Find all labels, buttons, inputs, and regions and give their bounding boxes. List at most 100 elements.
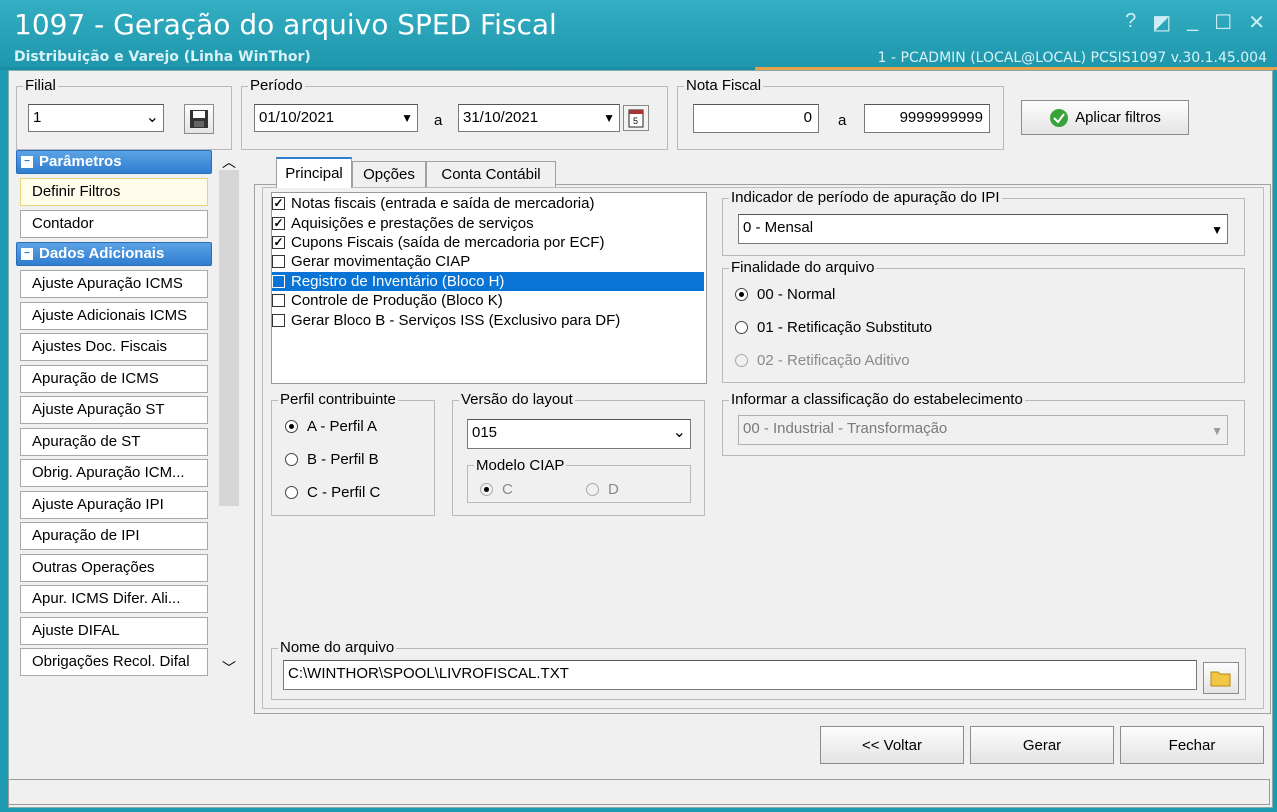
calendar-icon: 5 (628, 109, 644, 128)
fechar-button[interactable]: Fechar (1120, 726, 1264, 764)
checkbox-icon[interactable]: ✓ (272, 236, 285, 249)
minimize-icon[interactable]: _ (1187, 10, 1198, 35)
finalidade-option[interactable]: 01 - Retificação Substituto (735, 319, 932, 336)
finalidade-option: 02 - Retificação Aditivo (735, 352, 910, 369)
nav-section-parametros[interactable]: − Parâmetros (16, 150, 212, 174)
nav-item[interactable]: Ajustes Doc. Fiscais (20, 333, 208, 361)
checklist-item[interactable]: Controle de Produção (Bloco K) (272, 291, 503, 310)
nav-item[interactable]: Obrigações Recol. Difal (20, 648, 208, 676)
checkbox-icon[interactable] (272, 275, 285, 288)
date-to-picker[interactable]: 31/10/2021 ▼ (458, 104, 620, 132)
date-from-value: 01/10/2021 (259, 109, 335, 126)
tab-conta-contabil[interactable]: Conta Contábil (426, 161, 556, 187)
arquivo-label: Nome do arquivo (278, 639, 397, 656)
filial-label: Filial (23, 77, 58, 94)
nav-item[interactable]: Ajuste Adicionais ICMS (20, 302, 208, 330)
perfil-option[interactable]: C - Perfil C (285, 484, 380, 501)
save-button[interactable] (184, 104, 214, 134)
ipi-value: 0 - Mensal (743, 219, 814, 236)
radio-icon (735, 288, 748, 301)
chevron-down-icon: ⌄ (672, 424, 686, 441)
browse-button[interactable] (1203, 662, 1239, 694)
classificacao-value: 00 - Industrial - Transformação (743, 420, 948, 437)
nav-item[interactable]: Obrig. Apuração ICM... (20, 459, 208, 487)
ipi-select[interactable]: 0 - Mensal ▼ (738, 214, 1228, 244)
nav-scrollbar[interactable]: ︿ ﹀ (216, 150, 240, 680)
radio-icon (285, 453, 298, 466)
nav-item[interactable]: Ajuste Apuração IPI (20, 491, 208, 519)
nav-item[interactable]: Apuração de ICMS (20, 365, 208, 393)
nav-item[interactable]: Ajuste DIFAL (20, 617, 208, 645)
date-to-value: 31/10/2021 (463, 109, 539, 126)
perfil-option[interactable]: B - Perfil B (285, 451, 379, 468)
radio-icon (285, 486, 298, 499)
periodo-label: Período (248, 77, 305, 94)
checkbox-icon[interactable]: ✓ (272, 217, 285, 230)
nav-section-dados-adicionais[interactable]: − Dados Adicionais (16, 242, 212, 266)
dropdown-arrow-icon: ▼ (1211, 424, 1223, 438)
window-title: 1097 - Geração do arquivo SPED Fiscal (14, 8, 557, 41)
radio-icon (480, 483, 493, 496)
checkbox-icon[interactable] (272, 294, 285, 307)
nav-item[interactable]: Apuração de IPI (20, 522, 208, 550)
user-info: 1 - PCADMIN (LOCAL@LOCAL) PCSIS1097 v.30… (877, 50, 1267, 66)
filial-value: 1 (33, 109, 42, 126)
arquivo-input[interactable]: C:\WINTHOR\SPOOL\LIVROFISCAL.TXT (283, 660, 1197, 690)
dropdown-arrow-icon: ▼ (1211, 223, 1223, 237)
title-bar: 1097 - Geração do arquivo SPED Fiscal Di… (0, 0, 1277, 70)
perfil-option[interactable]: A - Perfil A (285, 418, 377, 435)
date-separator: a (434, 112, 443, 129)
ciap-option: C (480, 481, 513, 498)
nav-item[interactable]: Outras Operações (20, 554, 208, 582)
date-from-picker[interactable]: 01/10/2021 ▼ (254, 104, 418, 132)
nota-from-input[interactable]: 0 (693, 104, 819, 133)
checklist-item[interactable]: ✓ Aquisições e prestações de serviços (272, 214, 534, 233)
classificacao-label: Informar a classificação do estabelecime… (729, 391, 1025, 408)
window-controls: ? ◩ _ ☐ ✕ (1125, 10, 1265, 35)
tab-principal[interactable]: Principal (276, 157, 352, 188)
scroll-up-icon[interactable]: ︿ (222, 152, 236, 172)
restore-icon[interactable]: ◩ (1152, 10, 1171, 35)
layout-value: 015 (472, 424, 498, 441)
checklist-item[interactable]: Gerar Bloco B - Serviços ISS (Exclusivo … (272, 311, 620, 330)
maximize-icon[interactable]: ☐ (1214, 10, 1232, 35)
check-circle-icon (1050, 108, 1069, 127)
finalidade-option[interactable]: 00 - Normal (735, 286, 835, 303)
chevron-down-icon: ⌄ (145, 109, 159, 126)
close-icon[interactable]: ✕ (1248, 10, 1265, 35)
floppy-icon (190, 110, 208, 128)
apply-filters-button[interactable]: Aplicar filtros (1021, 100, 1189, 135)
window-subtitle: Distribuição e Varejo (Linha WinThor) (14, 49, 311, 65)
filial-select[interactable]: 1 ⌄ (28, 104, 164, 132)
nav-item[interactable]: Apuração de ST (20, 428, 208, 456)
ciap-label: Modelo CIAP (474, 457, 567, 474)
scroll-thumb[interactable] (219, 170, 239, 506)
nota-to-input[interactable]: 9999999999 (864, 104, 990, 133)
nav-item[interactable]: Apur. ICMS Difer. Ali... (20, 585, 208, 613)
checklist-item[interactable]: ✓ Notas fiscais (entrada e saída de merca… (272, 194, 594, 213)
checkbox-icon[interactable]: ✓ (272, 197, 285, 210)
voltar-button[interactable]: << Voltar (820, 726, 964, 764)
nav-item[interactable]: Ajuste Apuração ICMS (20, 270, 208, 298)
tab-opcoes[interactable]: Opções (352, 161, 426, 187)
checkbox-icon[interactable] (272, 314, 285, 327)
calendar-button[interactable]: 5 (623, 105, 649, 131)
layout-select[interactable]: 015 ⌄ (467, 419, 691, 449)
checklist-item-selected[interactable]: Registro de Inventário (Bloco H) (272, 272, 704, 291)
svg-text:5: 5 (633, 116, 638, 126)
layout-label: Versão do layout (459, 391, 575, 408)
radio-icon (285, 420, 298, 433)
nav-item-definir-filtros[interactable]: Definir Filtros (20, 178, 208, 206)
nota-fiscal-label: Nota Fiscal (684, 77, 764, 94)
help-icon[interactable]: ? (1125, 10, 1136, 35)
nota-separator: a (838, 112, 847, 129)
status-bar (8, 779, 1270, 805)
nav-item[interactable]: Ajuste Apuração ST (20, 396, 208, 424)
gerar-button[interactable]: Gerar (970, 726, 1114, 764)
checklist-item[interactable]: ✓ Cupons Fiscais (saída de mercadoria por… (272, 233, 604, 252)
checkbox-icon[interactable] (272, 255, 285, 268)
dropdown-arrow-icon: ▼ (603, 111, 615, 125)
checklist-item[interactable]: Gerar movimentação CIAP (272, 252, 470, 271)
nav-item-contador[interactable]: Contador (20, 210, 208, 238)
scroll-down-icon[interactable]: ﹀ (222, 658, 236, 678)
